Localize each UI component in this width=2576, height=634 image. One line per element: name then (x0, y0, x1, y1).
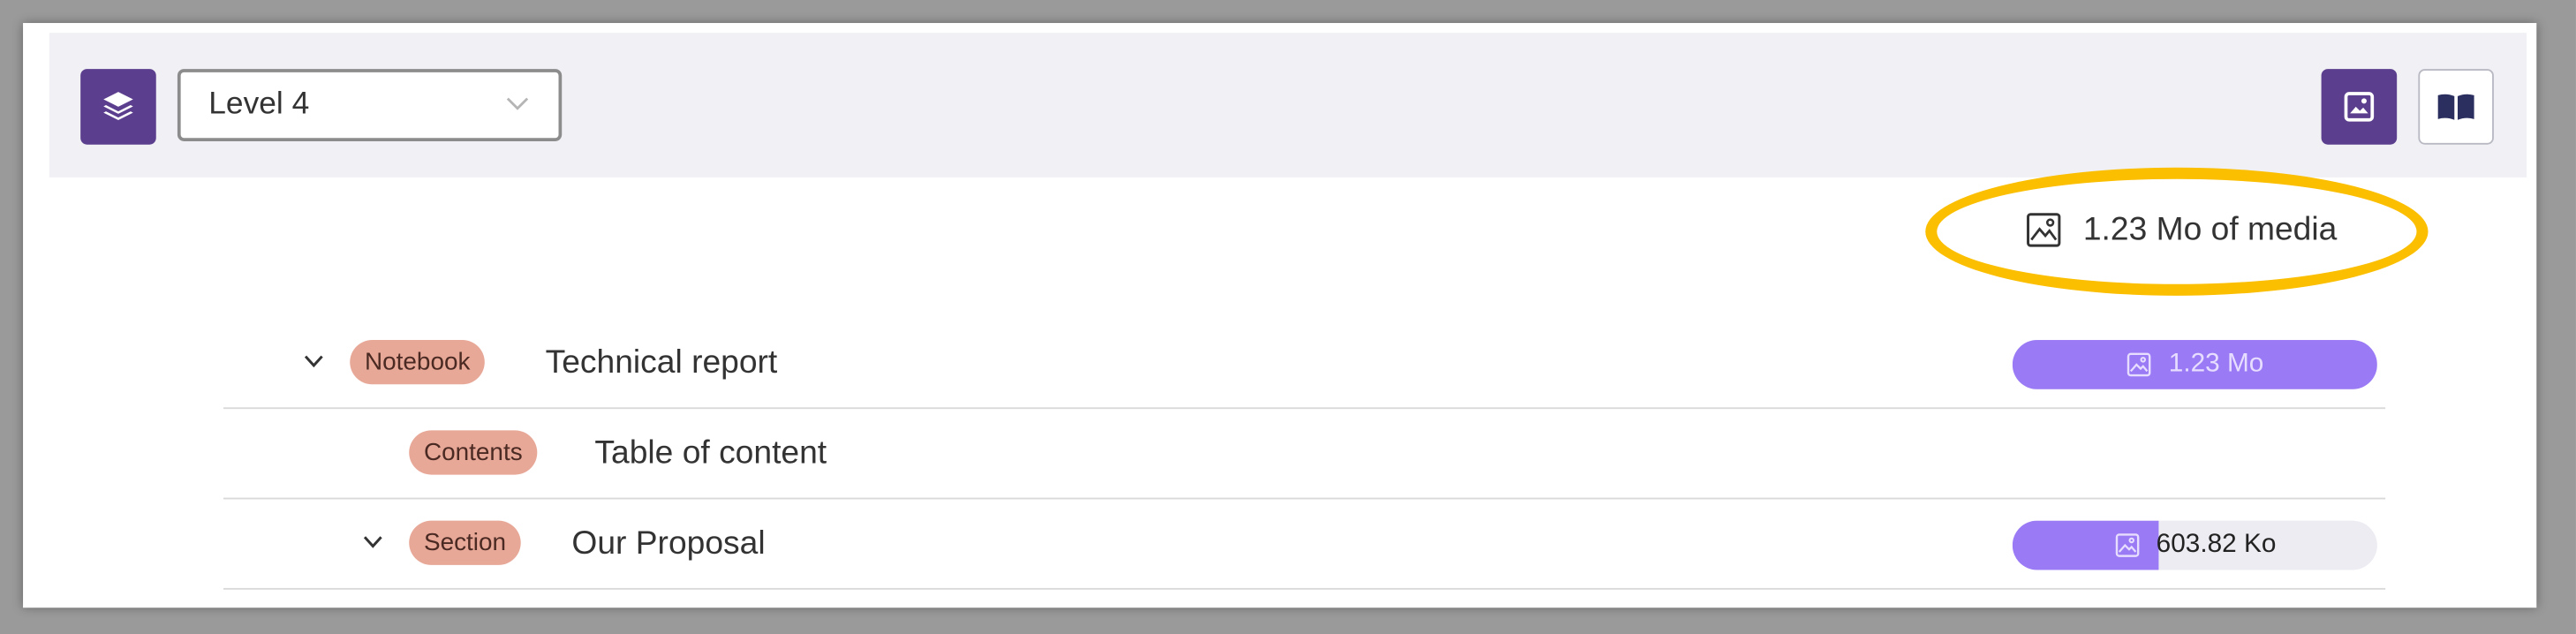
level-select[interactable]: Level 4 (177, 69, 563, 141)
chevron-down-icon (506, 97, 529, 110)
tree-row-notebook[interactable]: Notebook Technical report 1.23 Mo (223, 319, 2386, 410)
toolbar: Level 4 (49, 33, 2527, 177)
image-icon (2114, 533, 2139, 557)
image-icon (2027, 213, 2061, 247)
screenshot-stage: Level 4 1.23 Mo of media Notebook Techni… (0, 0, 2576, 634)
app-window: Level 4 1.23 Mo of media Notebook Techni… (23, 23, 2537, 608)
media-size-bar: 1.23 Mo (2012, 340, 2377, 389)
layers-button[interactable] (80, 69, 156, 145)
row-title[interactable]: Our Proposal (571, 523, 765, 565)
tree-row-contents[interactable]: Contents Table of content (223, 409, 2386, 500)
level-select-value: Level 4 (208, 87, 310, 122)
reading-view-button[interactable] (2418, 69, 2494, 145)
media-size-bar: 603.82 Ko (2012, 520, 2377, 570)
outline-tree: Notebook Technical report 1.23 Mo Conten… (223, 319, 2386, 590)
media-total-summary: 1.23 Mo of media (2024, 210, 2337, 250)
media-size-label: 1.23 Mo (2168, 350, 2264, 378)
chevron-down-icon[interactable] (302, 351, 325, 371)
image-icon (2127, 352, 2151, 377)
media-total-label: 1.23 Mo of media (2082, 211, 2338, 247)
type-badge: Notebook (350, 340, 486, 385)
media-size-label: 603.82 Ko (2156, 530, 2277, 559)
tree-row-section[interactable]: Section Our Proposal 603.82 Ko (223, 499, 2386, 590)
row-title[interactable]: Technical report (546, 342, 778, 384)
row-title[interactable]: Table of content (594, 432, 827, 474)
type-badge: Section (409, 520, 521, 565)
layers-icon (103, 92, 133, 120)
media-view-button[interactable] (2321, 69, 2398, 145)
book-open-icon (2437, 94, 2474, 120)
chevron-down-icon[interactable] (361, 532, 384, 552)
type-badge: Contents (409, 430, 538, 475)
image-icon (2344, 92, 2375, 122)
